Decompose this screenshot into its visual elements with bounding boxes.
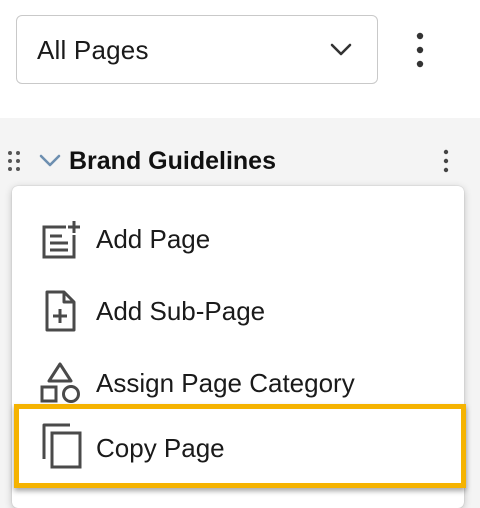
- tree-page-title[interactable]: Brand Guidelines: [69, 145, 276, 177]
- menu-item-add-sub-page[interactable]: Add Sub-Page: [12, 275, 464, 347]
- more-options-icon[interactable]: [410, 32, 430, 70]
- page-root: All Pages Brand Guidelines Add Page Add …: [0, 0, 480, 508]
- copy-icon: [42, 423, 82, 469]
- row-more-options-icon[interactable]: [436, 149, 456, 173]
- add-sub-page-icon: [45, 290, 76, 332]
- category-shapes-icon: [40, 362, 80, 403]
- menu-item-add-page[interactable]: Add Page: [12, 203, 464, 275]
- page-filter-value: All Pages: [37, 35, 149, 65]
- menu-item-label: Add Page: [96, 224, 211, 254]
- chevron-down-icon: [330, 43, 352, 56]
- menu-item-label: Add Sub-Page: [96, 296, 266, 326]
- page-filter-select[interactable]: All Pages: [16, 15, 378, 84]
- drag-handle-icon[interactable]: [6, 150, 22, 172]
- menu-item-copy-page[interactable]: Copy Page: [14, 404, 466, 488]
- menu-item-label: Copy Page: [96, 433, 225, 463]
- expand-chevron-icon[interactable]: [38, 153, 62, 169]
- menu-item-label: Assign Page Category: [96, 368, 355, 398]
- add-page-icon: [42, 219, 82, 259]
